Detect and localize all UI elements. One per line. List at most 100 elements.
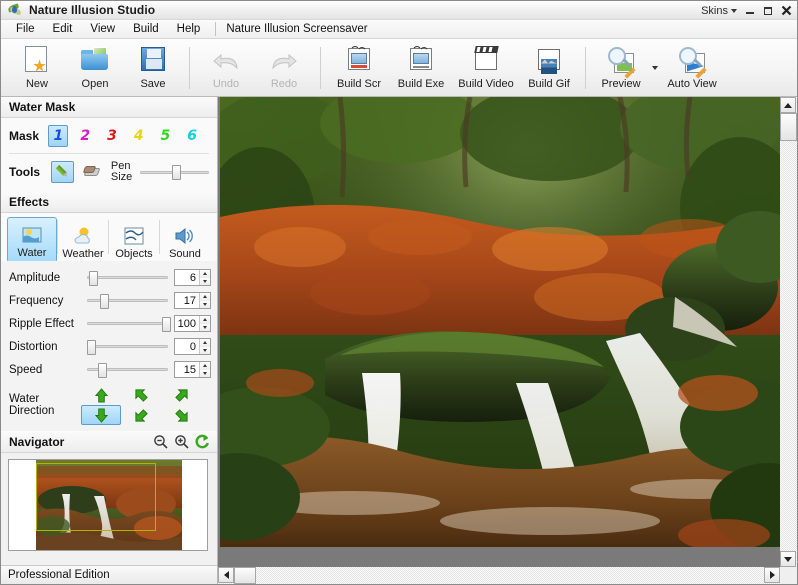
- vertical-scrollbar[interactable]: [780, 97, 797, 567]
- undo-button-label: Undo: [212, 77, 240, 90]
- preview-dropdown-arrow-icon[interactable]: [652, 65, 658, 70]
- direction-down-button[interactable]: [81, 405, 121, 425]
- zoom-out-icon[interactable]: [153, 434, 168, 449]
- mask-3-label: 3: [107, 128, 117, 144]
- close-button[interactable]: [778, 3, 794, 18]
- mask-button-5[interactable]: 5: [156, 125, 176, 147]
- navigator-thumbnail[interactable]: [8, 459, 208, 551]
- tab-weather[interactable]: Weather: [58, 217, 108, 261]
- undo-button[interactable]: Undo: [197, 41, 255, 95]
- refresh-icon[interactable]: [195, 434, 210, 449]
- distortion-spinner[interactable]: 0: [174, 338, 211, 355]
- direction-up-left-button[interactable]: [121, 385, 161, 405]
- build-scr-button[interactable]: Build Scr: [328, 41, 390, 95]
- mask-button-6[interactable]: 6: [182, 125, 202, 147]
- speed-spinner[interactable]: 15: [174, 361, 211, 378]
- minimize-button[interactable]: [742, 3, 758, 18]
- speed-down-icon[interactable]: [200, 369, 210, 377]
- clapperboard-icon: [470, 44, 502, 76]
- direction-up-right-button[interactable]: [161, 385, 201, 405]
- distortion-up-icon[interactable]: [200, 339, 210, 347]
- direction-up-button[interactable]: [81, 385, 121, 405]
- redo-arrow-icon: [268, 44, 300, 76]
- tab-objects[interactable]: Objects: [109, 217, 159, 261]
- canvas-viewport[interactable]: [218, 97, 780, 567]
- distortion-thumb[interactable]: [87, 339, 96, 355]
- eraser-tool-button[interactable]: [82, 161, 105, 183]
- window-title: Nature Illusion Studio: [29, 3, 156, 17]
- speed-thumb[interactable]: [98, 362, 108, 378]
- preview-magnifier-icon: [605, 44, 637, 79]
- pen-size-slider[interactable]: [140, 164, 209, 180]
- maximize-button[interactable]: [760, 3, 776, 18]
- frequency-spinner[interactable]: 17: [174, 292, 211, 309]
- close-icon: [781, 5, 791, 16]
- redo-button[interactable]: Redo: [255, 41, 313, 95]
- ripple-effect-spinner[interactable]: 100: [174, 315, 211, 332]
- menu-help[interactable]: Help: [168, 21, 210, 37]
- scroll-left-button[interactable]: [218, 567, 234, 583]
- amplitude-slider[interactable]: [87, 270, 168, 286]
- amplitude-thumb[interactable]: [88, 270, 98, 286]
- direction-down-left-button[interactable]: [121, 405, 161, 425]
- distortion-slider[interactable]: [87, 339, 168, 355]
- frequency-label: Frequency: [9, 294, 64, 307]
- mask-button-2[interactable]: 2: [75, 125, 95, 147]
- build-exe-button[interactable]: Build Exe: [390, 41, 452, 95]
- auto-view-button[interactable]: Auto View: [661, 41, 723, 95]
- navigator-viewport-rect[interactable]: [36, 463, 156, 531]
- speed-slider[interactable]: [87, 362, 168, 378]
- build-video-button[interactable]: Build Video: [452, 41, 520, 95]
- scroll-down-button[interactable]: [780, 551, 796, 567]
- ripple-up-icon[interactable]: [200, 316, 210, 324]
- tab-water[interactable]: Water: [7, 217, 57, 261]
- speed-up-icon[interactable]: [200, 362, 210, 370]
- zoom-in-icon[interactable]: [174, 434, 189, 449]
- preview-button-label: Preview: [601, 77, 641, 90]
- tab-sound[interactable]: Sound: [160, 217, 210, 261]
- frequency-thumb[interactable]: [99, 293, 109, 309]
- direction-down-right-button[interactable]: [161, 405, 201, 425]
- water-mask-title: Water Mask: [9, 100, 76, 114]
- new-button[interactable]: New: [8, 41, 66, 95]
- speed-value: 15: [183, 363, 196, 376]
- arrow-up-right-icon: [174, 388, 188, 402]
- open-button[interactable]: Open: [66, 41, 124, 95]
- floppy-disk-icon: [137, 44, 169, 76]
- frequency-down-icon[interactable]: [200, 300, 210, 308]
- menu-build[interactable]: Build: [124, 21, 168, 37]
- vertical-scroll-thumb[interactable]: [780, 113, 797, 141]
- frequency-up-icon[interactable]: [200, 293, 210, 301]
- main-image[interactable]: [220, 97, 780, 547]
- mask-button-1[interactable]: 1: [48, 125, 69, 147]
- scroll-right-button[interactable]: [764, 567, 780, 583]
- build-gif-button[interactable]: Build Gif: [520, 41, 578, 95]
- product-link[interactable]: Nature Illusion Screensaver: [222, 21, 371, 37]
- skins-dropdown[interactable]: Skins: [698, 5, 740, 17]
- build-video-label: Build Video: [458, 77, 514, 90]
- amplitude-spinner[interactable]: 6: [174, 269, 211, 286]
- mask-button-4[interactable]: 4: [129, 125, 149, 147]
- auto-view-icon: [676, 44, 708, 79]
- mask-button-3[interactable]: 3: [102, 125, 122, 147]
- menu-file[interactable]: File: [7, 21, 44, 37]
- menu-edit[interactable]: Edit: [44, 21, 82, 37]
- save-button[interactable]: Save: [124, 41, 182, 95]
- horizontal-scrollbar[interactable]: [218, 567, 780, 584]
- pen-tool-button[interactable]: [50, 161, 74, 183]
- distortion-down-icon[interactable]: [200, 346, 210, 354]
- frequency-slider[interactable]: [87, 293, 168, 309]
- ripple-effect-slider[interactable]: [87, 316, 171, 332]
- ripple-down-icon[interactable]: [200, 323, 210, 331]
- amplitude-up-icon[interactable]: [200, 270, 210, 278]
- scroll-up-button[interactable]: [780, 97, 796, 113]
- ripple-effect-thumb[interactable]: [161, 316, 171, 332]
- pen-size-thumb[interactable]: [171, 165, 181, 180]
- speed-row: Speed 15: [9, 358, 211, 381]
- menu-view[interactable]: View: [81, 21, 124, 37]
- open-button-label: Open: [81, 77, 109, 90]
- horizontal-scroll-thumb[interactable]: [234, 567, 256, 584]
- preview-button[interactable]: Preview: [593, 41, 649, 95]
- amplitude-down-icon[interactable]: [200, 277, 210, 285]
- save-button-label: Save: [140, 77, 166, 90]
